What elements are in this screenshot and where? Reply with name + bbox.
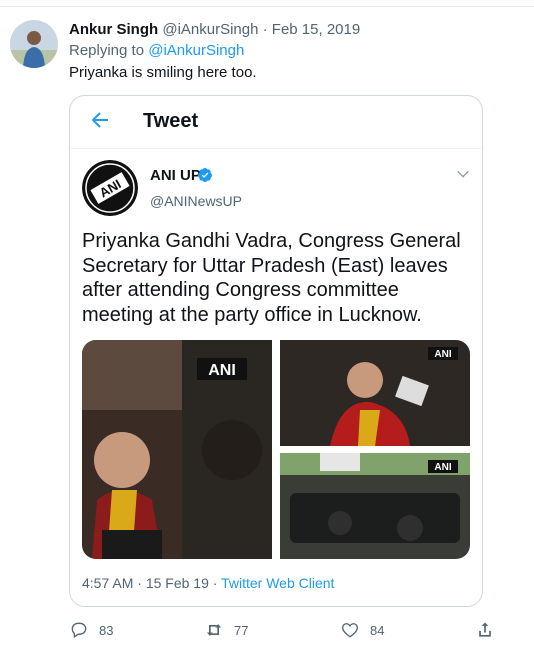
- chevron-down-icon[interactable]: [455, 166, 471, 182]
- quoted-author-name[interactable]: ANI UP: [150, 166, 201, 186]
- embedded-tweet-card[interactable]: Tweet ANI ANI UP @ANINewsUP Priyanka Gan…: [69, 95, 483, 607]
- meta-dot: ·: [137, 575, 142, 591]
- like-count: 84: [370, 622, 385, 638]
- quoted-tweet-text: Priyanka Gandhi Vadra, Congress General …: [82, 230, 461, 326]
- replying-prefix: Replying to: [69, 42, 145, 59]
- source-client-link[interactable]: Twitter Web Client: [221, 575, 334, 591]
- meta-dot: ·: [212, 575, 218, 591]
- tweet-meta: 4:57 AM · 15 Feb 19 · Twitter Web Client: [82, 573, 334, 593]
- author-handle[interactable]: @iAnkurSingh: [162, 21, 258, 38]
- ani-watermark: ANI: [434, 462, 451, 473]
- photo-1[interactable]: ANI: [82, 340, 272, 559]
- reply-count: 83: [99, 622, 114, 638]
- heart-icon: [342, 623, 358, 638]
- reply-button[interactable]: 83: [69, 618, 113, 642]
- card-header: Tweet: [70, 96, 482, 149]
- replying-to-link[interactable]: @iAnkurSingh: [148, 42, 244, 59]
- share-button[interactable]: [475, 618, 505, 642]
- tweet-time[interactable]: 4:57 AM: [82, 575, 133, 591]
- quoted-author-handle[interactable]: @ANINewsUP: [150, 191, 242, 211]
- verified-badge-icon: [198, 168, 213, 182]
- share-icon: [479, 622, 491, 637]
- retweet-icon: [206, 624, 222, 636]
- ani-watermark: ANI: [434, 349, 451, 360]
- media-grid: ANI ANI ANI: [82, 340, 470, 559]
- like-button[interactable]: 84: [340, 618, 384, 642]
- replying-to: Replying to @iAnkurSingh: [69, 41, 244, 61]
- tweet-header: Ankur Singh @iAnkurSingh · Feb 15, 2019: [69, 20, 360, 40]
- action-bar: 83 77 84: [69, 618, 499, 642]
- tweet-date[interactable]: Feb 15, 2019: [272, 21, 360, 38]
- photo-3[interactable]: ANI: [280, 453, 470, 559]
- card-title: Tweet: [143, 110, 199, 132]
- tweet-text: Priyanka is smiling here too.: [69, 64, 257, 81]
- retweet-button[interactable]: 77: [204, 618, 248, 642]
- tweet-date[interactable]: 15 Feb 19: [146, 575, 209, 591]
- top-divider: [0, 0, 534, 7]
- avatar[interactable]: [10, 20, 58, 68]
- photo-2[interactable]: ANI: [280, 340, 470, 446]
- back-arrow-icon[interactable]: [88, 108, 112, 132]
- ani-logo-avatar[interactable]: ANI: [82, 160, 138, 216]
- author-name[interactable]: Ankur Singh: [69, 21, 158, 38]
- retweet-count: 77: [234, 622, 249, 638]
- ani-watermark: ANI: [208, 362, 236, 379]
- separator-dot: ·: [262, 21, 268, 38]
- reply-icon: [71, 622, 87, 639]
